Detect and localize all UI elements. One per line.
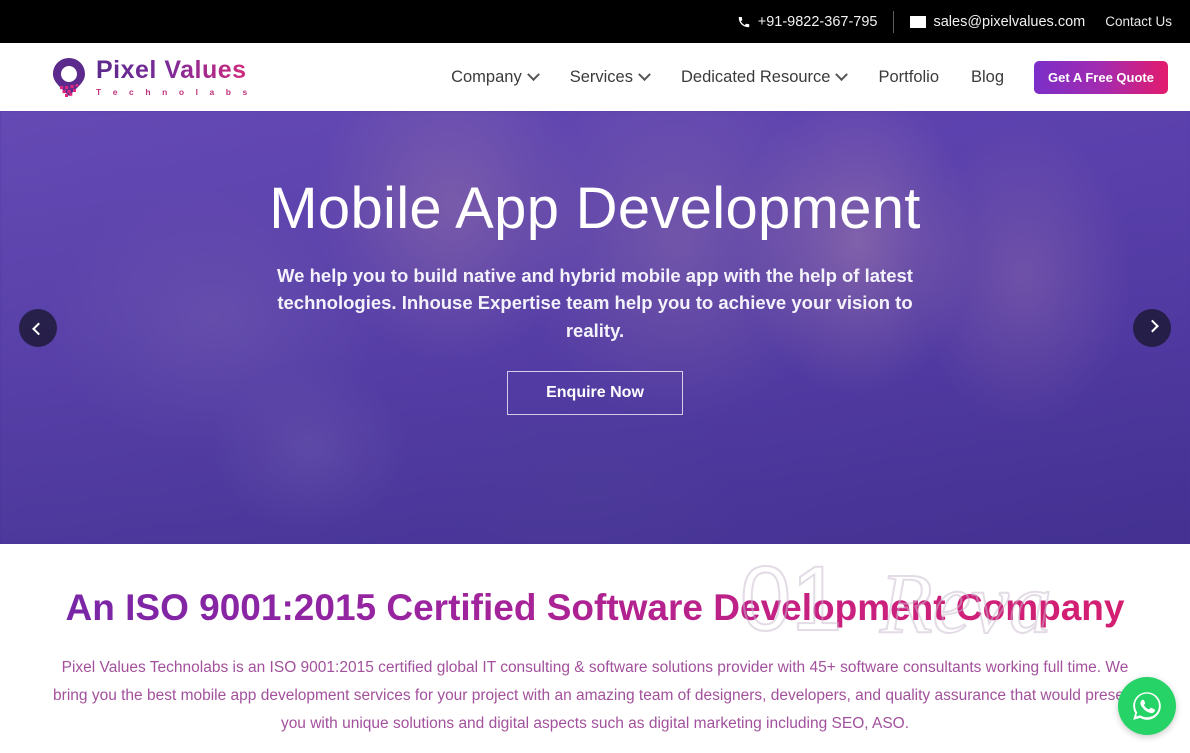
chevron-down-icon bbox=[527, 68, 540, 81]
chevron-down-icon bbox=[638, 68, 651, 81]
info-paragraph: Pixel Values Technolabs is an ISO 9001:2… bbox=[48, 654, 1143, 737]
nav-item-portfolio-label: Portfolio bbox=[878, 68, 939, 87]
hero-subtitle: We help you to build native and hybrid m… bbox=[275, 262, 915, 344]
logo-brand-name: Pixel Values bbox=[96, 58, 252, 83]
nav-item-company-label: Company bbox=[451, 68, 522, 87]
topbar-contact-us-link[interactable]: Contact Us bbox=[1105, 14, 1182, 29]
chevron-down-icon bbox=[836, 68, 849, 81]
chevron-left-icon bbox=[32, 323, 45, 336]
nav-item-portfolio[interactable]: Portfolio bbox=[862, 68, 955, 87]
nav-item-services-label: Services bbox=[570, 68, 633, 87]
nav-item-services[interactable]: Services bbox=[554, 68, 665, 87]
whatsapp-float-button[interactable] bbox=[1118, 677, 1176, 735]
top-contact-bar: +91-9822-367-795 sales@pixelvalues.com C… bbox=[0, 0, 1190, 43]
logo-tagline: T e c h n o l a b s bbox=[96, 87, 252, 97]
nav-menu: Company Services Dedicated Resource Port… bbox=[435, 61, 1190, 94]
nav-item-blog[interactable]: Blog bbox=[955, 68, 1020, 87]
nav-item-company[interactable]: Company bbox=[435, 68, 554, 87]
get-a-free-quote-button[interactable]: Get A Free Quote bbox=[1034, 61, 1168, 94]
hero-title: Mobile App Development bbox=[0, 179, 1190, 240]
topbar-email-text: sales@pixelvalues.com bbox=[933, 14, 1085, 30]
info-heading: An ISO 9001:2015 Certified Software Deve… bbox=[0, 586, 1190, 630]
envelope-icon bbox=[910, 16, 926, 28]
carousel-prev-button[interactable] bbox=[19, 309, 57, 347]
topbar-divider bbox=[893, 11, 894, 33]
topbar-phone[interactable]: +91-9822-367-795 bbox=[737, 14, 894, 30]
topbar-phone-text: +91-9822-367-795 bbox=[758, 14, 878, 30]
pixel-values-logo-icon bbox=[50, 56, 88, 98]
whatsapp-icon bbox=[1130, 689, 1164, 723]
hero-carousel: Mobile App Development We help you to bu… bbox=[0, 111, 1190, 544]
nav-item-blog-label: Blog bbox=[971, 68, 1004, 87]
logo-text-block: Pixel Values T e c h n o l a b s bbox=[96, 58, 252, 97]
topbar-email[interactable]: sales@pixelvalues.com bbox=[910, 14, 1105, 30]
chevron-right-icon bbox=[1146, 320, 1159, 333]
main-navigation-bar: Pixel Values T e c h n o l a b s Company… bbox=[0, 43, 1190, 111]
top-contact-bar-inner: +91-9822-367-795 sales@pixelvalues.com C… bbox=[737, 11, 1190, 33]
hero-content: Mobile App Development We help you to bu… bbox=[0, 111, 1190, 415]
info-section: An ISO 9001:2015 Certified Software Deve… bbox=[0, 544, 1190, 737]
nav-item-dedicated-resource-label: Dedicated Resource bbox=[681, 68, 831, 87]
phone-icon bbox=[737, 15, 751, 29]
site-logo[interactable]: Pixel Values T e c h n o l a b s bbox=[50, 56, 252, 98]
enquire-now-button[interactable]: Enquire Now bbox=[507, 371, 683, 415]
nav-item-dedicated-resource[interactable]: Dedicated Resource bbox=[665, 68, 863, 87]
carousel-next-button[interactable] bbox=[1133, 309, 1171, 347]
